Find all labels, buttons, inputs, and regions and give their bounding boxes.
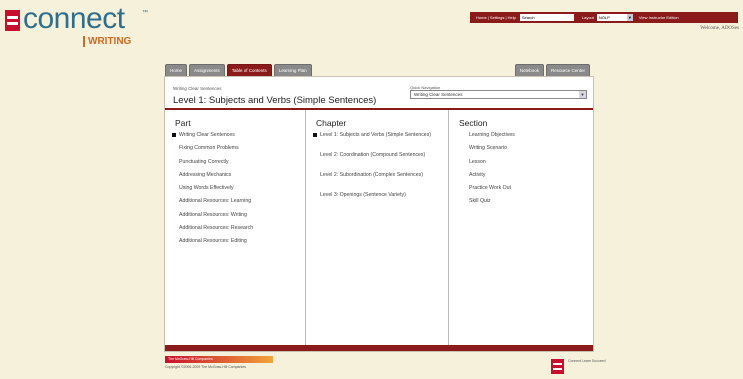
chapter-item[interactable]: Level 2: Coordination (Compound Sentence…	[320, 152, 445, 172]
view-instructor-edition-link[interactable]: View Instructor Edition	[639, 15, 679, 20]
tab-learning-plan[interactable]: Learning Plan	[273, 64, 312, 76]
part-heading: Part	[175, 118, 191, 128]
section-item[interactable]: Practice Work Out	[469, 185, 594, 198]
tab-resource-center[interactable]: Resource Center	[545, 64, 590, 76]
quick-navigation-select[interactable]: Writing Clear Sentences ▼	[410, 90, 587, 99]
chapter-item[interactable]: Level 1: Subjects and Verbs (Simple Sent…	[313, 132, 445, 152]
part-item[interactable]: Additional Resources: Writing	[179, 212, 304, 225]
connect-learn-succeed-tagline: Connect Learn Succeed	[568, 359, 606, 363]
tab-table-of-contents[interactable]: Table of Contents	[226, 64, 272, 76]
layout-select[interactable]: NOLP ▼	[596, 14, 633, 21]
search-input[interactable]: Search	[519, 14, 574, 21]
part-item[interactable]: Punctuating Correctly	[179, 159, 304, 172]
section-list: Learning Objectives Writing Scenario Les…	[469, 132, 594, 212]
breadcrumb[interactable]: Writing Clear Sentences	[173, 86, 221, 91]
chapter-item[interactable]: Level 2: Subordination (Complex Sentence…	[320, 172, 445, 192]
part-item[interactable]: Writing Clear Sentences	[172, 132, 304, 145]
section-item[interactable]: Skill Quiz	[469, 198, 594, 211]
section-item[interactable]: Lesson	[469, 159, 594, 172]
mcgraw-hill-badge-icon	[551, 359, 564, 374]
panel-footer-bar	[165, 345, 593, 351]
section-heading: Section	[459, 118, 488, 128]
copyright-text: Copyright ©2006-2009 The McGraw-Hill Com…	[165, 365, 246, 369]
part-column: Part Writing Clear Sentences Fixing Comm…	[165, 110, 306, 345]
page-title: Level 1: Subjects and Verbs (Simple Sent…	[173, 95, 377, 106]
panel-header: Writing Clear Sentences Level 1: Subject…	[165, 77, 593, 108]
section-item[interactable]: Writing Scenario	[469, 145, 594, 158]
mcgraw-hill-logo-icon	[5, 10, 20, 31]
layout-label: Layout	[581, 15, 594, 20]
layout-select-value: NOLP	[598, 15, 610, 20]
part-item[interactable]: Additional Resources: Learning	[179, 198, 304, 211]
part-item[interactable]: Addressing Mechanics	[179, 172, 304, 185]
part-item[interactable]: Additional Resources: Editing	[179, 238, 304, 251]
secondary-tabs: Notebook Resource Center	[514, 64, 592, 76]
table-of-contents-panel: Writing Clear Sentences Level 1: Subject…	[164, 76, 594, 352]
welcome-message: Welcome, ADOSes	[700, 26, 739, 31]
quick-navigation-value: Writing Clear Sentences	[414, 92, 463, 97]
tab-home[interactable]: Home	[165, 64, 188, 76]
chapter-list: Level 1: Subjects and Verbs (Simple Sent…	[313, 132, 445, 212]
connect-logo[interactable]: connect	[23, 2, 125, 36]
part-item[interactable]: Fixing Common Problems	[179, 145, 304, 158]
part-item[interactable]: Additional Resources: Research	[179, 225, 304, 238]
section-item[interactable]: Learning Objectives	[469, 132, 594, 145]
section-column: Section Learning Objectives Writing Scen…	[449, 110, 593, 345]
chapter-column: Chapter Level 1: Subjects and Verbs (Sim…	[306, 110, 449, 345]
publisher-bar[interactable]: The McGraw-Hill Companies	[165, 356, 273, 363]
main-tabs: Home Assignments Table of Contents Learn…	[165, 64, 314, 76]
chevron-down-icon[interactable]: ▼	[626, 14, 633, 21]
chapter-heading: Chapter	[316, 118, 347, 128]
tab-notebook[interactable]: Notebook	[514, 64, 544, 76]
product-name: WRITING	[83, 36, 131, 47]
top-utility-bar: Home | Settings | Help Search Layout NOL…	[470, 12, 738, 23]
chapter-item[interactable]: Level 3: Openings (Sentence Variety)	[320, 192, 445, 212]
chevron-down-icon[interactable]: ▼	[579, 91, 586, 98]
tab-assignments[interactable]: Assignments	[189, 64, 225, 76]
part-list: Writing Clear Sentences Fixing Common Pr…	[172, 132, 304, 252]
section-item[interactable]: Activity	[469, 172, 594, 185]
trademark-symbol: ™	[142, 10, 148, 16]
utility-links[interactable]: Home | Settings | Help	[476, 15, 516, 20]
part-item[interactable]: Using Words Effectively	[179, 185, 304, 198]
